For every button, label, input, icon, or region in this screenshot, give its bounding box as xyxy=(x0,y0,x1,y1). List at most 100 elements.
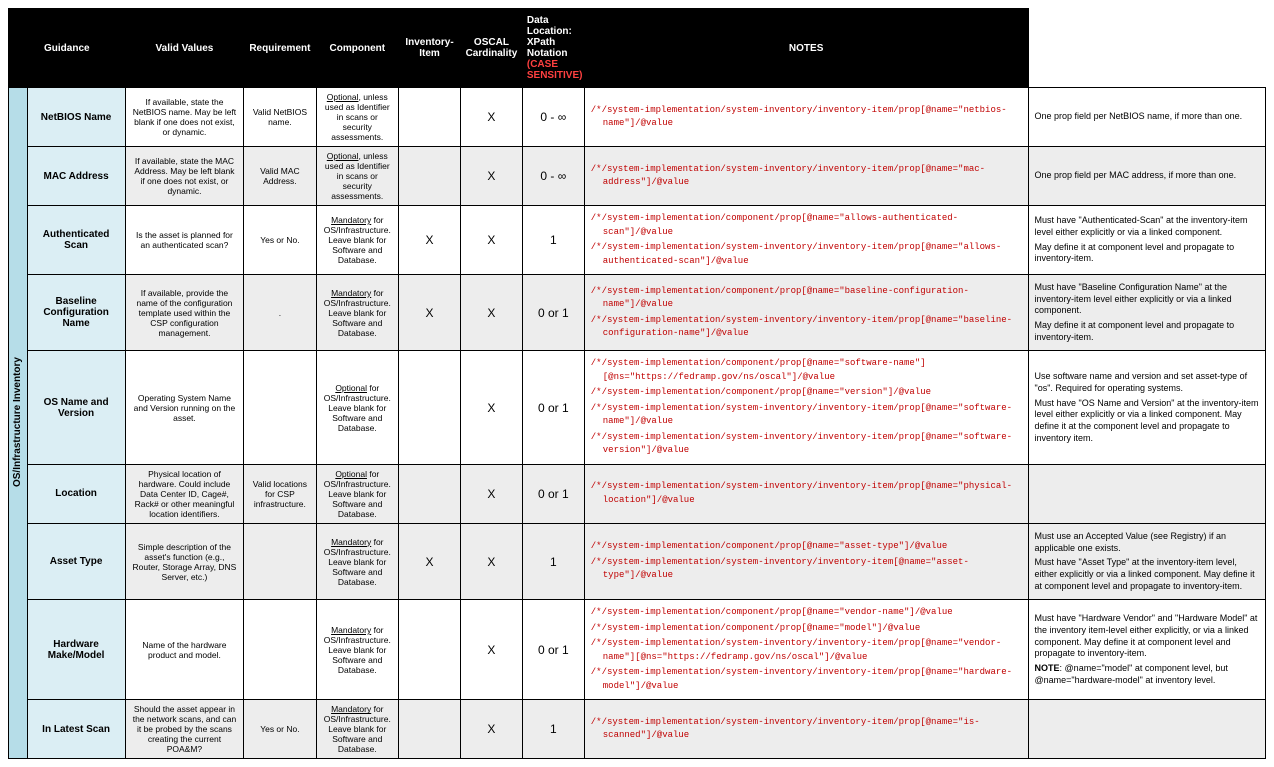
cardinality-cell: 0 or 1 xyxy=(522,464,584,523)
table-row: In Latest ScanShould the asset appear in… xyxy=(9,700,1266,759)
guidance-cell: Should the asset appear in the network s… xyxy=(125,700,244,759)
section-tab: OS/Infrastructure Inventory xyxy=(9,88,28,759)
xpath-cell: /*/system-implementation/system-inventor… xyxy=(584,147,1028,206)
guidance-cell: Operating System Name and Version runnin… xyxy=(125,351,244,465)
row-name: Hardware Make/Model xyxy=(27,600,125,700)
table-row: MAC AddressIf available, state the MAC A… xyxy=(9,147,1266,206)
cardinality-cell: 1 xyxy=(522,523,584,599)
inventory-item-cell: X xyxy=(460,206,522,275)
component-cell xyxy=(399,88,461,147)
guidance-cell: Is the asset is planned for an authentic… xyxy=(125,206,244,275)
requirement-cell: Optional, unless used as Identifier in s… xyxy=(316,147,399,206)
inventory-item-cell: X xyxy=(460,600,522,700)
col-inventory-item: Inventory-Item xyxy=(399,9,461,88)
cardinality-cell: 0 or 1 xyxy=(522,351,584,465)
notes-cell: One prop field per NetBIOS name, if more… xyxy=(1028,88,1265,147)
row-name: NetBIOS Name xyxy=(27,88,125,147)
table-row: OS/Infrastructure InventoryNetBIOS NameI… xyxy=(9,88,1266,147)
notes-cell xyxy=(1028,464,1265,523)
cardinality-cell: 0 - ∞ xyxy=(522,88,584,147)
guidance-cell: If available, state the MAC Address. May… xyxy=(125,147,244,206)
valid-values-cell xyxy=(244,523,316,599)
component-cell xyxy=(399,600,461,700)
row-name: Baseline Configuration Name xyxy=(27,275,125,351)
inventory-item-cell: X xyxy=(460,147,522,206)
requirement-cell: Mandatory for OS/Infrastructure. Leave b… xyxy=(316,523,399,599)
component-cell: X xyxy=(399,206,461,275)
cardinality-cell: 0 or 1 xyxy=(522,275,584,351)
component-cell xyxy=(399,351,461,465)
table-row: LocationPhysical location of hardware. C… xyxy=(9,464,1266,523)
notes-cell: Must have "Baseline Configuration Name" … xyxy=(1028,275,1265,351)
guidance-cell: Physical location of hardware. Could inc… xyxy=(125,464,244,523)
valid-values-cell: Yes or No. xyxy=(244,206,316,275)
col-requirement: Requirement xyxy=(244,9,316,88)
component-cell xyxy=(399,464,461,523)
col-valid: Valid Values xyxy=(125,9,244,88)
requirement-cell: Mandatory for OS/Infrastructure. Leave b… xyxy=(316,275,399,351)
component-cell xyxy=(399,700,461,759)
table-row: Hardware Make/ModelName of the hardware … xyxy=(9,600,1266,700)
xpath-cell: /*/system-implementation/component/prop[… xyxy=(584,600,1028,700)
guidance-cell: If available, state the NetBIOS name. Ma… xyxy=(125,88,244,147)
xpath-cell: /*/system-implementation/component/prop[… xyxy=(584,523,1028,599)
cardinality-cell: 0 or 1 xyxy=(522,600,584,700)
guidance-cell: If available, provide the name of the co… xyxy=(125,275,244,351)
row-name: Location xyxy=(27,464,125,523)
xpath-cell: /*/system-implementation/component/prop[… xyxy=(584,351,1028,465)
xpath-cell: /*/system-implementation/component/prop[… xyxy=(584,206,1028,275)
valid-values-cell xyxy=(244,351,316,465)
table-row: Baseline Configuration NameIf available,… xyxy=(9,275,1266,351)
cardinality-cell: 1 xyxy=(522,700,584,759)
requirement-cell: Mandatory for OS/Infrastructure. Leave b… xyxy=(316,600,399,700)
row-name: Asset Type xyxy=(27,523,125,599)
col-component: Component xyxy=(316,9,399,88)
notes-cell: Use software name and version and set as… xyxy=(1028,351,1265,465)
component-cell: X xyxy=(399,275,461,351)
inventory-item-cell: X xyxy=(460,275,522,351)
inventory-item-cell: X xyxy=(460,464,522,523)
valid-values-cell: Valid locations for CSP infrastructure. xyxy=(244,464,316,523)
valid-values-cell xyxy=(244,600,316,700)
cardinality-cell: 1 xyxy=(522,206,584,275)
component-cell xyxy=(399,147,461,206)
notes-cell xyxy=(1028,700,1265,759)
notes-cell: Must have "Hardware Vendor" and "Hardwar… xyxy=(1028,600,1265,700)
table-row: Asset TypeSimple description of the asse… xyxy=(9,523,1266,599)
header-row: Guidance Valid Values Requirement Compon… xyxy=(9,9,1266,88)
guidance-cell: Simple description of the asset's functi… xyxy=(125,523,244,599)
xpath-cell: /*/system-implementation/system-inventor… xyxy=(584,464,1028,523)
valid-values-cell: . xyxy=(244,275,316,351)
inventory-item-cell: X xyxy=(460,351,522,465)
requirement-cell: Optional for OS/Infrastructure. Leave bl… xyxy=(316,351,399,465)
requirement-cell: Optional, unless used as Identifier in s… xyxy=(316,88,399,147)
table-row: Authenticated ScanIs the asset is planne… xyxy=(9,206,1266,275)
col-xpath: Data Location: XPath Notation (CASE SENS… xyxy=(522,9,584,88)
inventory-item-cell: X xyxy=(460,88,522,147)
guidance-cell: Name of the hardware product and model. xyxy=(125,600,244,700)
xpath-cell: /*/system-implementation/system-inventor… xyxy=(584,700,1028,759)
row-name: OS Name and Version xyxy=(27,351,125,465)
inventory-item-cell: X xyxy=(460,700,522,759)
row-name: Authenticated Scan xyxy=(27,206,125,275)
row-name: In Latest Scan xyxy=(27,700,125,759)
notes-cell: Must use an Accepted Value (see Registry… xyxy=(1028,523,1265,599)
valid-values-cell: Yes or No. xyxy=(244,700,316,759)
requirement-cell: Mandatory for OS/Infrastructure. Leave b… xyxy=(316,700,399,759)
notes-cell: Must have "Authenticated-Scan" at the in… xyxy=(1028,206,1265,275)
inventory-item-cell: X xyxy=(460,523,522,599)
requirement-cell: Mandatory for OS/Infrastructure. Leave b… xyxy=(316,206,399,275)
valid-values-cell: Valid NetBIOS name. xyxy=(244,88,316,147)
xpath-cell: /*/system-implementation/component/prop[… xyxy=(584,275,1028,351)
requirement-cell: Optional for OS/Infrastructure. Leave bl… xyxy=(316,464,399,523)
xpath-cell: /*/system-implementation/system-inventor… xyxy=(584,88,1028,147)
valid-values-cell: Valid MAC Address. xyxy=(244,147,316,206)
col-cardinality: OSCAL Cardinality xyxy=(460,9,522,88)
col-notes: NOTES xyxy=(584,9,1028,88)
component-cell: X xyxy=(399,523,461,599)
cardinality-cell: 0 - ∞ xyxy=(522,147,584,206)
col-guidance: Guidance xyxy=(9,9,126,88)
table-row: OS Name and VersionOperating System Name… xyxy=(9,351,1266,465)
inventory-table: Guidance Valid Values Requirement Compon… xyxy=(8,8,1266,759)
row-name: MAC Address xyxy=(27,147,125,206)
